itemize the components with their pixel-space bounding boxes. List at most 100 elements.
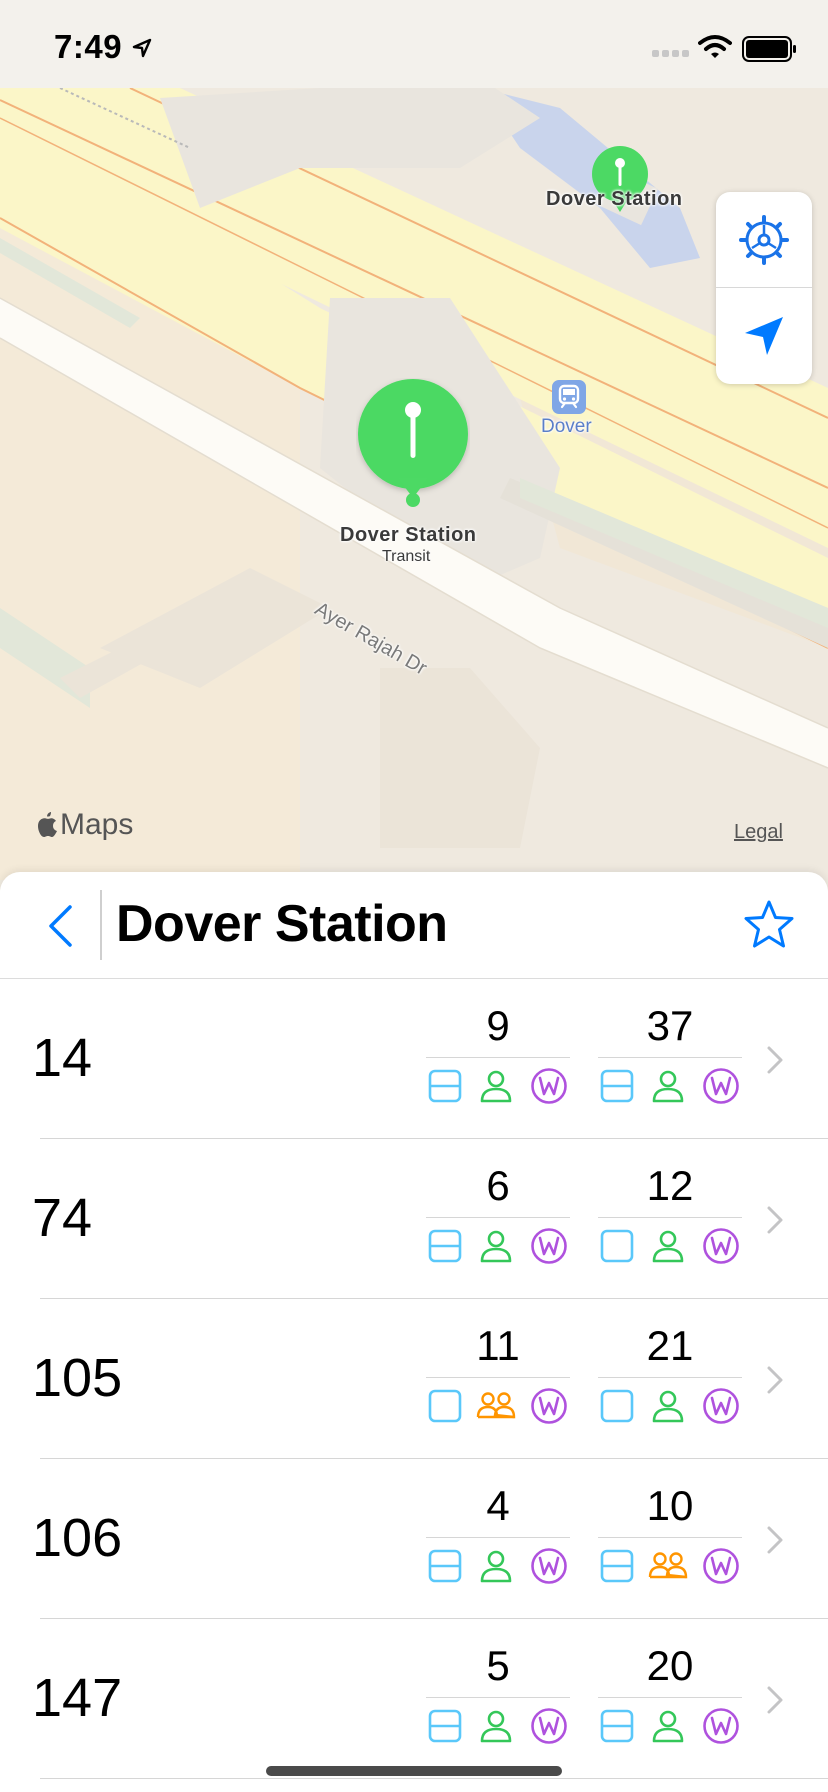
map-label-main-station-sub: Transit [382,548,431,565]
wheelchair-accessible-icon [703,1708,739,1744]
seats-available-icon [480,1550,512,1583]
station-pin-selected[interactable] [356,378,470,508]
wheelchair-accessible-icon [703,1548,739,1584]
subsequent-arrival-minutes: 12 [646,1162,694,1209]
subsequent-arrival-icons [598,1546,742,1586]
single-deck-bus-icon [600,1229,634,1263]
apple-maps-attribution: Maps [36,808,133,842]
next-arrival-minutes: 4 [486,1482,510,1529]
subsequent-arrival-icons [598,1226,742,1266]
chevron-right-icon [767,1046,783,1074]
subsequent-arrival-minutes: 21 [646,1322,694,1369]
next-arrival-icons [426,1546,570,1586]
row-separator [40,1778,828,1779]
map-label-mrt: Dover [541,416,592,437]
arrival-divider [598,1697,742,1698]
chevron-right-icon [767,1686,783,1714]
arrival-divider [426,1217,570,1218]
chevron-right-icon [767,1526,783,1554]
service-row[interactable]: 106 4 10 [0,1459,828,1619]
subsequent-arrival-minutes: 37 [646,1002,694,1049]
map-label-top-station: Dover Station [546,188,683,210]
status-bar: 7:49 [0,0,828,88]
wifi-icon [698,35,732,58]
next-arrival-icons [426,1226,570,1266]
double-deck-bus-icon [600,1549,634,1583]
map-settings-button[interactable] [716,192,812,287]
wheelchair-accessible-icon [531,1068,567,1104]
train-station-icon[interactable] [552,380,586,414]
battery-icon [742,36,796,62]
arrival-divider [426,1057,570,1058]
service-list: 14 9 37 74 6 12 105 11 21 106 4 10 147 5 20 [0,979,828,1779]
map-label-main-station: Dover Station [340,524,477,546]
arrival-divider [426,1377,570,1378]
wheelchair-accessible-icon [531,1388,567,1424]
subsequent-arrival-icons [598,1386,742,1426]
chevron-right-icon [767,1206,783,1234]
sheet-header: Dover Station [0,872,828,979]
double-deck-bus-icon [428,1549,462,1583]
next-arrival: 5 [426,1641,570,1746]
single-deck-bus-icon [600,1389,634,1423]
next-arrival-icons [426,1706,570,1746]
service-row[interactable]: 14 9 37 [0,979,828,1139]
next-arrival-minutes: 5 [486,1642,510,1689]
service-number: 105 [32,1348,123,1408]
subsequent-arrival-minutes: 10 [646,1482,694,1529]
wheelchair-accessible-icon [531,1548,567,1584]
double-deck-bus-icon [600,1069,634,1103]
subsequent-arrival: 12 [598,1161,742,1266]
service-number: 14 [32,1028,93,1088]
subsequent-arrival-minutes: 20 [646,1642,694,1689]
back-button[interactable] [36,900,84,952]
next-arrival-icons [426,1066,570,1106]
subsequent-arrival: 10 [598,1481,742,1586]
subsequent-arrival-icons [598,1706,742,1746]
next-arrival-minutes: 9 [486,1002,510,1049]
seats-available-icon [480,1710,512,1743]
subsequent-arrival-icons [598,1066,742,1106]
next-arrival: 6 [426,1161,570,1266]
subsequent-arrival: 21 [598,1321,742,1426]
service-number: 147 [32,1668,123,1728]
double-deck-bus-icon [600,1709,634,1743]
current-location-button[interactable] [716,288,812,383]
limited-seats-icon [648,1552,688,1579]
seats-available-icon [652,1390,684,1423]
location-arrow-icon [745,316,783,355]
apple-logo-icon [38,812,57,837]
service-row[interactable]: 147 5 20 [0,1619,828,1779]
legal-link[interactable]: Legal [734,821,783,844]
favorite-star-icon[interactable] [742,898,796,952]
wheelchair-accessible-icon [531,1228,567,1264]
wheelchair-accessible-icon [703,1068,739,1104]
location-services-icon [132,38,152,58]
map-view[interactable]: Dover Station Dover Station Transit Dove… [0,88,828,880]
next-arrival: 11 [426,1321,570,1426]
arrival-divider [598,1377,742,1378]
maps-attribution-text: Maps [60,808,134,841]
next-arrival-icons [426,1386,570,1426]
seats-available-icon [652,1230,684,1263]
subsequent-arrival: 37 [598,1001,742,1106]
limited-seats-icon [476,1392,516,1419]
next-arrival-minutes: 6 [486,1162,510,1209]
home-indicator[interactable] [266,1766,562,1776]
seats-available-icon [652,1070,684,1103]
service-number: 74 [32,1188,93,1248]
arrival-divider [598,1537,742,1538]
stop-title: Dover Station [116,895,448,953]
wheelchair-accessible-icon [703,1228,739,1264]
arrival-divider [426,1697,570,1698]
wheelchair-accessible-icon [531,1708,567,1744]
service-row[interactable]: 105 11 21 [0,1299,828,1459]
status-time: 7:49 [54,28,123,65]
arrival-divider [598,1217,742,1218]
cellular-signal-icon [652,50,689,57]
header-divider [100,890,102,960]
arrival-divider [598,1057,742,1058]
chevron-right-icon [767,1366,783,1394]
chevron-left-icon [49,905,72,947]
service-row[interactable]: 74 6 12 [0,1139,828,1299]
